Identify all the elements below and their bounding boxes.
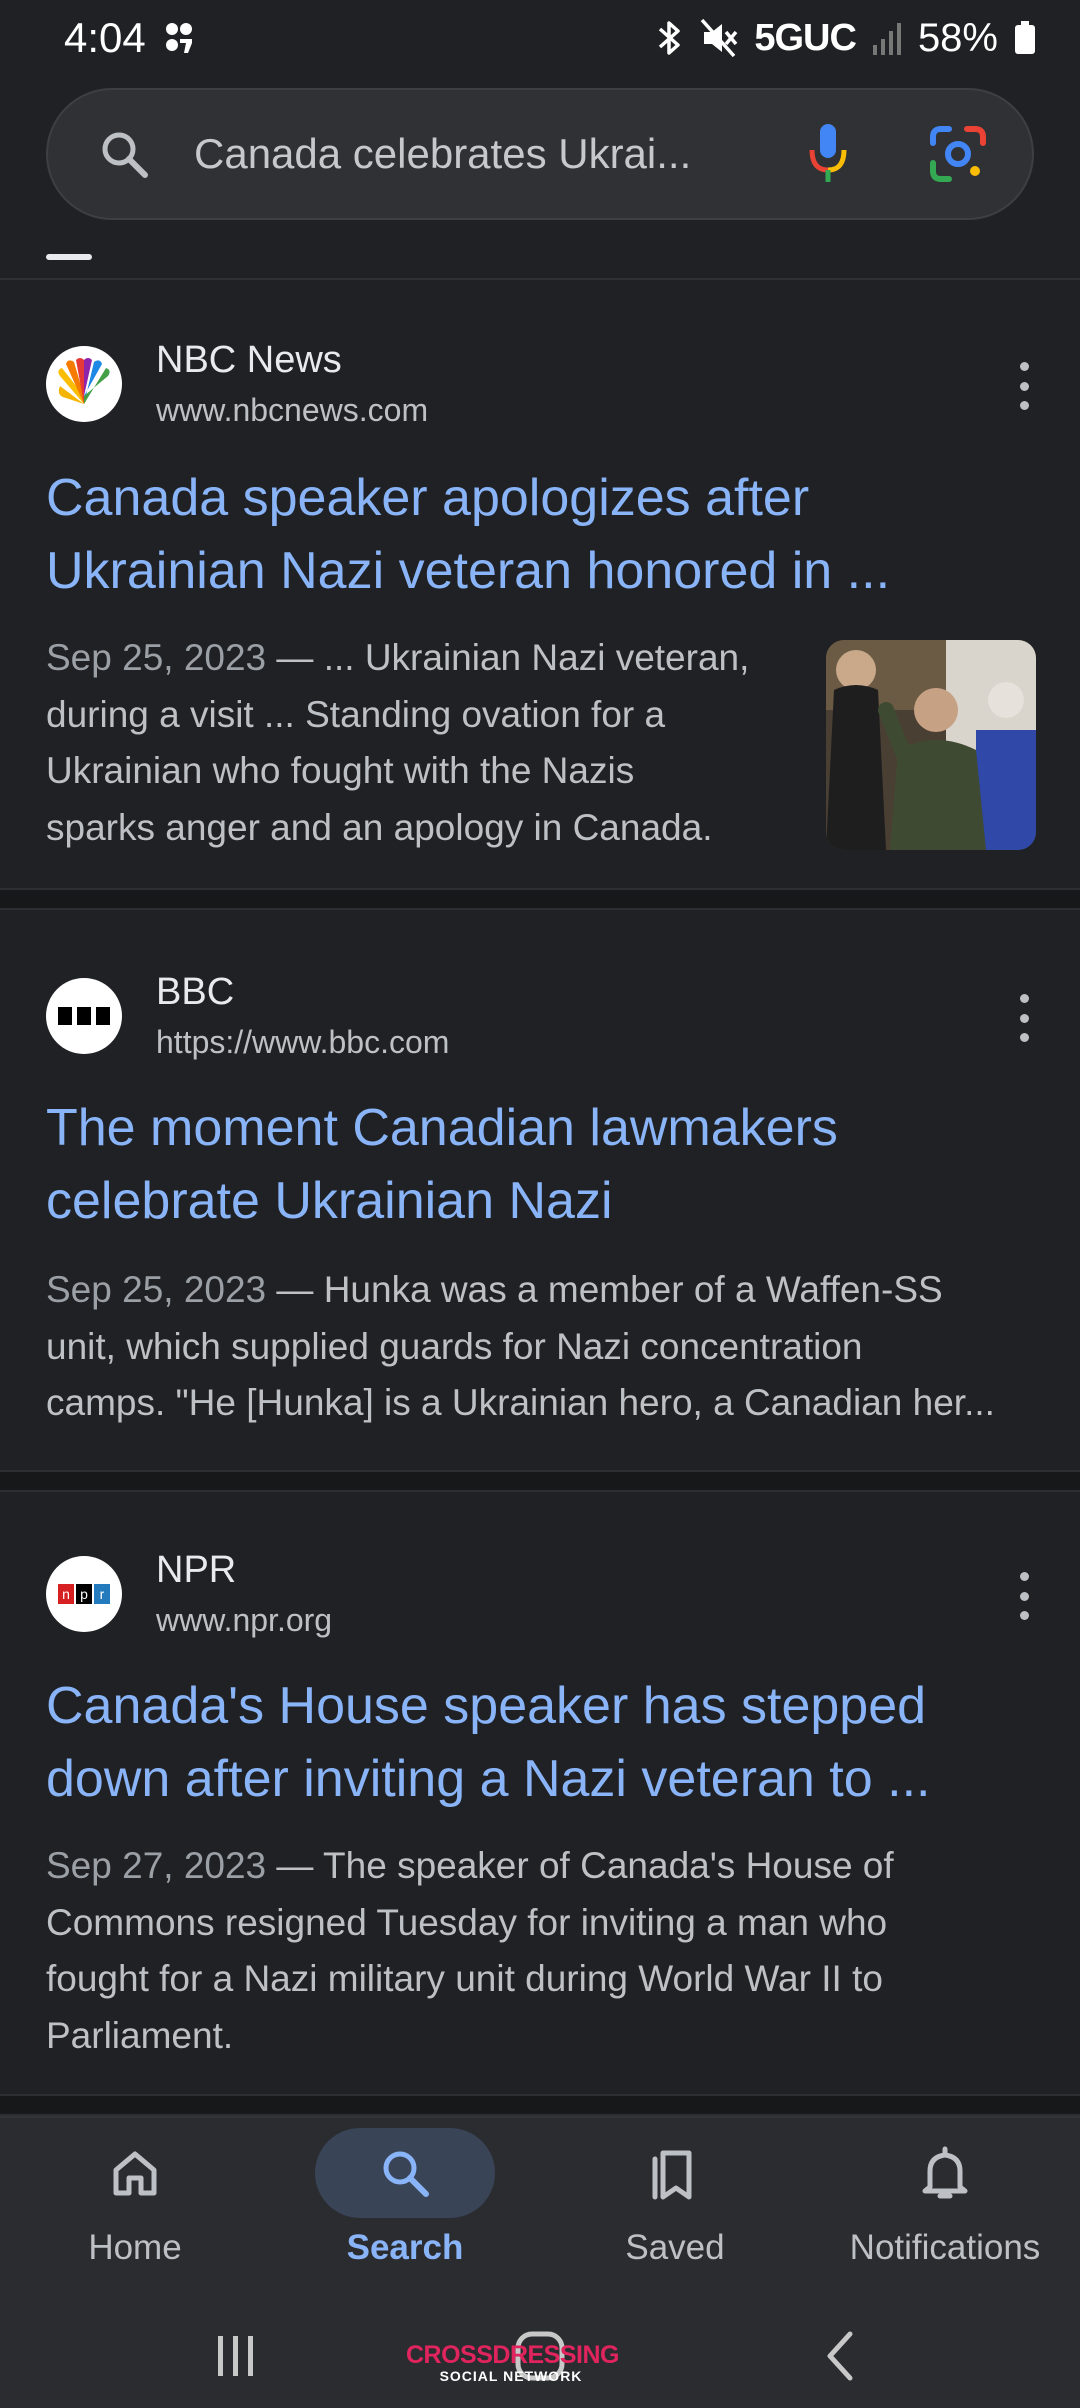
svg-text:r: r [100, 1586, 105, 1602]
title-line: The moment Canadian lawmakers [46, 1099, 838, 1157]
result-separator [0, 1470, 1080, 1492]
result-snippet: Sep 25, 2023 — Hunka was a member of a W… [46, 1262, 1036, 1432]
nav-saved-label: Saved [625, 2228, 725, 2267]
source-url: www.npr.org [156, 1602, 333, 1638]
bookmark-icon [585, 2128, 765, 2218]
result-date: Sep 27, 2023 [46, 1845, 267, 1886]
network-type: 5GUC [754, 16, 857, 59]
watermark-line2: SOCIAL NETWORK [439, 2368, 583, 2384]
source-url: www.nbcnews.com [156, 392, 429, 428]
result-snippet: Sep 27, 2023 — The speaker of Canada's H… [46, 1838, 1036, 2064]
search-query[interactable]: Canada celebrates Ukrai... [194, 130, 740, 178]
result-date: Sep 25, 2023 [46, 1269, 267, 1310]
home-icon [45, 2128, 225, 2218]
nav-notifications[interactable]: Notifications [810, 2118, 1080, 2308]
battery-level: 58% [917, 15, 998, 60]
snippet-line: fought for a Nazi military unit during W… [46, 1958, 883, 1999]
nav-notifications-label: Notifications [849, 2228, 1041, 2267]
search-bar[interactable]: Canada celebrates Ukrai... [46, 88, 1034, 220]
nav-home[interactable]: Home [0, 2118, 270, 2308]
result-separator [0, 2094, 1080, 2116]
signal-icon [872, 21, 902, 55]
snippet-line: Commons resigned Tuesday for inviting a … [46, 1901, 888, 1943]
source-name: NBC News [156, 339, 342, 381]
snippet-line: — ... Ukrainian Nazi veteran, [266, 637, 750, 678]
screen: 4:04 5GUC 58% Canada celebrates Ukrai...… [0, 0, 1080, 2408]
result-source[interactable]: BBC https://www.bbc.com [46, 966, 1046, 1066]
tab-indicator [46, 254, 92, 260]
more-options-icon[interactable] [1012, 1566, 1036, 1626]
notification-icon [164, 21, 194, 55]
mic-icon[interactable] [800, 119, 856, 189]
bottom-navigation: Home Search Saved Notifications [0, 2116, 1080, 2306]
status-time: 4:04 [64, 14, 146, 61]
result-separator [0, 888, 1080, 910]
nav-search-label: Search [346, 2228, 464, 2267]
nav-home-label: Home [88, 2228, 182, 2267]
title-line: Canada's House speaker has stepped [46, 1677, 927, 1735]
more-options-icon[interactable] [1012, 988, 1036, 1048]
nav-saved[interactable]: Saved [540, 2118, 810, 2308]
svg-text:n: n [62, 1586, 70, 1602]
result-date: Sep 25, 2023 [46, 637, 267, 678]
search-icon[interactable] [96, 126, 152, 182]
search-result-card[interactable]: n p r NPR www.npr.org Canada's House spe… [0, 1492, 1080, 2094]
snippet-line: camps. "He [Hunka] is a Ukrainian hero, … [46, 1382, 995, 1423]
snippet-line: unit, which supplied guards for Nazi con… [46, 1325, 863, 1367]
more-options-icon[interactable] [1012, 356, 1036, 416]
divider [0, 278, 1080, 280]
result-snippet: Sep 25, 2023 — ... Ukrainian Nazi vetera… [46, 630, 786, 856]
title-line: celebrate Ukrainian Nazi [46, 1172, 613, 1230]
search-result-card[interactable]: BBC https://www.bbc.com The moment Canad… [0, 910, 1080, 1470]
source-url: https://www.bbc.com [156, 1024, 450, 1060]
title-line: down after inviting a Nazi veteran to ..… [46, 1750, 931, 1808]
watermark: CROSSDRESSING SOCIAL NETWORK [406, 2341, 619, 2384]
result-source[interactable]: n p r NPR www.npr.org [46, 1544, 1046, 1644]
result-title-link[interactable]: Canada's House speaker has stepped down … [46, 1670, 1036, 1816]
recents-icon[interactable] [200, 2324, 272, 2388]
svg-text:p: p [80, 1586, 88, 1602]
snippet-line: — The speaker of Canada's House of [266, 1845, 894, 1886]
snippet-line: Parliament. [46, 2014, 234, 2056]
result-thumbnail[interactable] [826, 640, 1036, 850]
watermark-line1: CROSSDRESSING [406, 2341, 619, 2369]
result-title-link[interactable]: The moment Canadian lawmakers celebrate … [46, 1092, 1036, 1238]
nbc-peacock-icon [46, 346, 122, 422]
lens-icon[interactable] [926, 122, 990, 186]
back-icon[interactable] [806, 2324, 878, 2388]
result-title-link[interactable]: Canada speaker apologizes after Ukrainia… [46, 462, 1036, 608]
result-source[interactable]: NBC News www.nbcnews.com [46, 334, 1046, 434]
bbc-icon [46, 978, 122, 1054]
title-line: Ukrainian Nazi veteran honored in ... [46, 542, 891, 600]
search-result-card[interactable]: NBC News www.nbcnews.com Canada speaker … [0, 282, 1080, 888]
snippet-line: sparks anger and an apology in Canada. [46, 806, 713, 848]
bell-icon [855, 2128, 1035, 2218]
source-name: NPR [156, 1549, 237, 1591]
nav-search[interactable]: Search [270, 2118, 540, 2308]
status-bar: 4:04 5GUC 58% [0, 0, 1080, 76]
title-line: Canada speaker apologizes after [46, 469, 810, 527]
snippet-line: Ukrainian who fought with the Nazis [46, 750, 635, 791]
battery-icon [1014, 21, 1036, 55]
source-name: BBC [156, 971, 235, 1013]
npr-icon: n p r [46, 1556, 122, 1632]
snippet-line: during a visit ... Standing ovation for … [46, 693, 666, 735]
snippet-line: — Hunka was a member of a Waffen-SS [266, 1269, 943, 1310]
mute-icon [700, 18, 738, 58]
search-icon [315, 2128, 495, 2218]
bluetooth-icon [656, 18, 684, 58]
